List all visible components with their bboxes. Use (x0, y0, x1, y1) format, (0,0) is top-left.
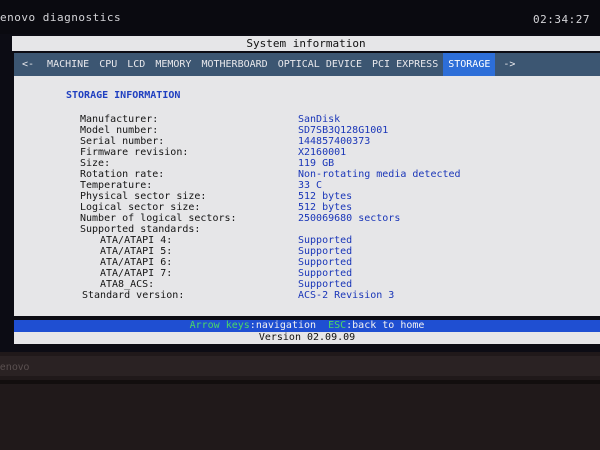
row-label: Model number: (80, 125, 159, 136)
row-value: 33 C (298, 180, 323, 191)
bios-screen: enovo diagnostics 02:34:27 System inform… (0, 0, 600, 360)
row-label: Logical sector size: (80, 202, 201, 213)
storage-heading: STORAGE INFORMATION (66, 90, 181, 101)
row-label: ATA/ATAPI 6: (100, 257, 173, 268)
version-bar: Version 02.09.09 (14, 332, 600, 344)
row-value: Supported (298, 235, 353, 246)
row-value: 512 bytes (298, 191, 353, 202)
row-label: Firmware revision: (80, 147, 189, 158)
row-value: SanDisk (298, 114, 341, 125)
row-label: Supported standards: (80, 224, 201, 235)
row-label: ATA/ATAPI 7: (100, 268, 173, 279)
navigation-hint: :navigation (249, 320, 317, 331)
row-value: X2160001 (298, 147, 347, 158)
row-value: 512 bytes (298, 202, 353, 213)
tab-storage[interactable]: STORAGE (443, 53, 496, 76)
row-label: ATA8_ACS: (100, 279, 155, 290)
section-title: System information (12, 36, 600, 51)
row-label: ATA/ATAPI 5: (100, 246, 173, 257)
bezel-lip (0, 356, 600, 376)
esc-key-hint: ESC (328, 320, 347, 331)
top-bar: enovo diagnostics 02:34:27 (0, 0, 600, 34)
tab-next-arrow[interactable]: -> (495, 53, 523, 76)
row-value: 250069680 sectors (298, 213, 401, 224)
row-value: Supported (298, 257, 353, 268)
tab-bar: <- MACHINE CPU LCD MEMORY MOTHERBOARD OP… (14, 53, 600, 76)
row-value: Supported (298, 279, 353, 290)
app-title: enovo diagnostics (0, 11, 122, 24)
tab-pci-express[interactable]: PCI EXPRESS (367, 53, 443, 76)
tab-machine[interactable]: MACHINE (42, 53, 94, 76)
back-to-home-hint: :back to home (346, 320, 425, 331)
bezel-logo: enovo (0, 362, 30, 373)
tab-motherboard[interactable]: MOTHERBOARD (196, 53, 272, 76)
status-bar: Arrow keys:navigation ESC:back to home (14, 320, 600, 332)
row-label: Number of logical sectors: (80, 213, 237, 224)
row-label: Size: (80, 158, 111, 169)
bezel-edge (0, 380, 600, 384)
tab-memory[interactable]: MEMORY (150, 53, 196, 76)
row-label: Physical sector size: (80, 191, 207, 202)
arrow-keys-hint: Arrow keys (189, 320, 250, 331)
row-label: Manufacturer: (80, 114, 159, 125)
row-label: ATA/ATAPI 4: (100, 235, 173, 246)
row-value: Non-rotating media detected (298, 169, 461, 180)
row-value: SD7SB3Q128G1001 (298, 125, 389, 136)
row-value: Supported (298, 246, 353, 257)
row-label: Standard version: (82, 290, 185, 301)
tab-optical-device[interactable]: OPTICAL DEVICE (273, 53, 367, 76)
tab-prev-arrow[interactable]: <- (14, 53, 42, 76)
tab-cpu[interactable]: CPU (94, 53, 122, 76)
row-value: 119 GB (298, 158, 335, 169)
row-value: Supported (298, 268, 353, 279)
clock: 02:34:27 (533, 13, 590, 26)
row-value: 144857400373 (298, 136, 371, 147)
row-label: Rotation rate: (80, 169, 165, 180)
row-label: Serial number: (80, 136, 165, 147)
row-label: Temperature: (80, 180, 153, 191)
tab-lcd[interactable]: LCD (122, 53, 150, 76)
row-value: ACS-2 Revision 3 (298, 290, 395, 301)
